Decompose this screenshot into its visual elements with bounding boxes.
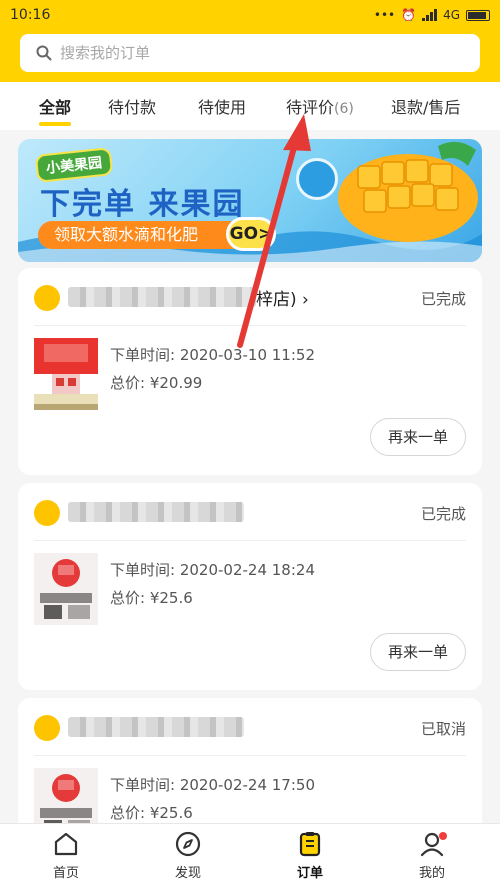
nav-me-label: 我的	[418, 866, 445, 881]
nav-orders[interactable]: 订单	[270, 830, 350, 881]
order-status: 已完成	[420, 290, 466, 308]
bottom-nav: 首页 发现 订单 我的	[0, 823, 500, 888]
store-name-suffix[interactable]: 梓店) ›	[256, 285, 309, 310]
order-status: 已取消	[420, 720, 466, 738]
banner-title: 下完单 来果园	[40, 187, 245, 222]
order-time: 下单时间: 2020-02-24 18:24	[110, 561, 315, 579]
card-divider	[34, 325, 466, 326]
banner-go-button[interactable]: GO>	[226, 217, 276, 251]
nav-home-label: 首页	[52, 866, 79, 881]
network-type: 4G	[443, 8, 460, 22]
status-bar: 10:16 ••• ⏰ 4G	[0, 0, 500, 30]
order-card[interactable]: 梓店) › 已完成 下单时间: 2020-03-10 11:52 总价: ¥20…	[18, 268, 482, 475]
search-input[interactable]	[60, 44, 440, 62]
product-thumbnail	[34, 338, 98, 410]
tab-pending-review-label: 待评价	[286, 98, 335, 117]
order-price: 总价: ¥25.6	[110, 804, 193, 822]
order-time: 下单时间: 2020-03-10 11:52	[110, 346, 315, 364]
battery-icon	[466, 9, 490, 21]
tab-pending-payment[interactable]: 待付款	[108, 94, 156, 118]
store-icon	[34, 285, 60, 311]
alarm-icon: ⏰	[401, 8, 417, 22]
tab-pending-use[interactable]: 待使用	[198, 94, 246, 118]
nav-home[interactable]: 首页	[26, 830, 106, 881]
order-tabs: 全部 待付款 待使用 待评价(6) 退款/售后	[0, 82, 500, 130]
nav-me[interactable]: 我的	[392, 830, 472, 881]
store-name-redacted	[68, 502, 244, 522]
card-divider	[34, 755, 466, 756]
status-icons: ••• ⏰ 4G	[374, 8, 490, 22]
tab-pending-review[interactable]: 待评价(6)	[286, 94, 354, 118]
nav-orders-label: 订单	[296, 866, 323, 881]
tab-pending-review-count: (6)	[334, 101, 354, 117]
order-status: 已完成	[420, 505, 466, 523]
order-card[interactable]: 已完成 下单时间: 2020-02-24 18:24 总价: ¥25.6 再来一…	[18, 483, 482, 690]
reorder-button[interactable]: 再来一单	[370, 418, 466, 456]
nav-discover[interactable]: 发现	[148, 830, 228, 881]
store-name-redacted	[68, 717, 244, 737]
search-icon	[36, 45, 52, 61]
product-thumbnail	[34, 553, 98, 625]
tab-refund[interactable]: 退款/售后	[391, 94, 460, 118]
order-price: 总价: ¥20.99	[110, 374, 203, 392]
card-divider	[34, 540, 466, 541]
signal-icon	[422, 9, 438, 21]
compass-icon	[175, 831, 201, 857]
more-dots-icon: •••	[373, 8, 396, 22]
chevron-right-icon: ›	[302, 290, 309, 310]
status-time: 10:16	[10, 7, 51, 23]
order-list-icon	[299, 832, 321, 857]
notification-dot	[439, 832, 447, 840]
home-icon	[54, 832, 78, 856]
store-icon	[34, 500, 60, 526]
banner-subtitle: 领取大额水滴和化肥	[38, 221, 255, 249]
store-icon	[34, 715, 60, 741]
order-price: 总价: ¥25.6	[110, 589, 193, 607]
active-tab-indicator	[39, 122, 71, 126]
nav-discover-label: 发现	[174, 866, 201, 881]
search-bar[interactable]	[20, 34, 480, 72]
store-name-redacted	[68, 287, 256, 307]
order-time: 下单时间: 2020-02-24 17:50	[110, 776, 315, 794]
tab-all[interactable]: 全部	[39, 94, 71, 118]
banner-logo: 小美果园	[34, 147, 114, 183]
mango-illustration	[338, 141, 478, 242]
store-name-text: 梓店)	[256, 290, 297, 310]
header	[0, 30, 500, 82]
order-card[interactable]: 已取消 下单时间: 2020-02-24 17:50 总价: ¥25.6	[18, 698, 482, 840]
reorder-button[interactable]: 再来一单	[370, 633, 466, 671]
